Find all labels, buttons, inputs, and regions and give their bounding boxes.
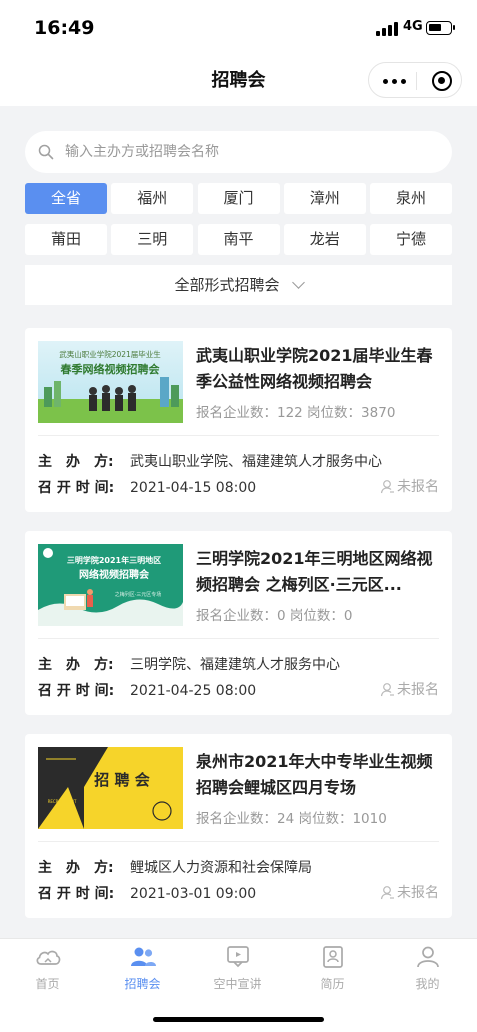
miniprogram-capsule	[368, 62, 462, 98]
tab-label: 空中宣讲	[213, 977, 262, 991]
user-icon	[380, 683, 394, 697]
tab-label: 招聘会	[124, 977, 161, 991]
host-row: 主 办 方: 武夷山职业学院、福建建筑人才服务中心	[38, 451, 382, 471]
user-icon	[380, 886, 394, 900]
register-label: 未报名	[397, 479, 439, 495]
host-row: 主 办 方: 三明学院、福建建筑人才服务中心	[38, 654, 340, 674]
register-label: 未报名	[397, 682, 439, 698]
fair-title[interactable]: 三明学院2021年三明地区网络视频招聘会 之梅列区·三元区...	[196, 546, 441, 598]
region-chip-ningde[interactable]: 宁德	[370, 224, 452, 255]
time-row: 召 开 时 间: 2021-03-01 09:00	[38, 883, 256, 903]
fair-stats: 报名企业数：0 岗位数：0	[196, 608, 353, 624]
tab-label: 首页	[35, 977, 60, 991]
tab-home[interactable]: 首页	[0, 945, 95, 992]
home-indicator	[153, 1017, 324, 1022]
region-chip-sanming[interactable]: 三明	[111, 224, 194, 255]
capsule-divider	[416, 72, 417, 90]
register-status[interactable]: 未报名	[380, 476, 439, 496]
card-divider	[38, 638, 439, 639]
banner-text: 之梅列区·三元区专场	[115, 591, 162, 598]
home-cloud-icon	[36, 950, 60, 965]
fair-type-dropdown[interactable]: 全部形式招聘会	[25, 265, 452, 305]
banner-text: RECRUITMENT	[48, 799, 77, 804]
region-chip-nanping[interactable]: 南平	[197, 224, 280, 255]
card-divider	[38, 435, 439, 436]
time-row: 召 开 时 间: 2021-04-15 08:00	[38, 477, 256, 497]
network-type: 4G	[403, 19, 423, 34]
region-chip-fuzhou[interactable]: 福州	[111, 183, 194, 214]
banner-text: 招 聘 会	[94, 771, 149, 789]
chevron-down-icon	[291, 276, 305, 289]
fair-card[interactable]: 招 聘 会 RECRUITMENT FAIR 泉州市2021年大中专毕业生视频招…	[25, 734, 452, 918]
region-filter-grid: 全省 福州 厦门 漳州 泉州 莆田 三明 南平 龙岩 宁德	[25, 183, 452, 255]
region-chip-putian[interactable]: 莆田	[25, 224, 107, 255]
search-input[interactable]	[65, 131, 435, 173]
tab-label: 我的	[415, 977, 440, 991]
region-chip-quanzhou[interactable]: 泉州	[370, 183, 452, 214]
register-status[interactable]: 未报名	[380, 882, 439, 902]
profile-icon	[416, 946, 439, 968]
region-chip-zhangzhou[interactable]: 漳州	[283, 183, 366, 214]
resume-icon	[322, 946, 343, 968]
region-chip-longyan[interactable]: 龙岩	[283, 224, 366, 255]
tab-job-fair[interactable]: 招聘会	[95, 945, 190, 992]
fair-title[interactable]: 武夷山职业学院2021届毕业生春季公益性网络视频招聘会	[196, 343, 441, 395]
time-value: 2021-03-01 09:00	[130, 886, 257, 902]
navbar: 招聘会	[0, 56, 477, 106]
region-chip-all[interactable]: 全省	[25, 183, 107, 214]
host-label: 主 办 方:	[38, 454, 114, 470]
host-row: 主 办 方: 鲤城区人力资源和社会保障局	[38, 857, 312, 877]
people-icon	[130, 947, 156, 966]
tab-air-talk[interactable]: 空中宣讲	[190, 945, 285, 992]
status-bar: 16:49 4G	[0, 0, 477, 56]
banner-text: 武夷山职业学院2021届毕业生	[59, 349, 161, 359]
host-value: 鲤城区人力资源和社会保障局	[130, 860, 312, 876]
host-label: 主 办 方:	[38, 860, 114, 876]
fair-type-label: 全部形式招聘会	[174, 276, 280, 294]
host-label: 主 办 方:	[38, 657, 114, 673]
time-row: 召 开 时 间: 2021-04-25 08:00	[38, 680, 256, 700]
banner-text: 三明学院2021年三明地区	[67, 555, 161, 565]
fair-card[interactable]: 武夷山职业学院2021届毕业生 春季网络视频招聘会 武夷山职业学院2021届毕业…	[25, 328, 452, 512]
card-divider	[38, 841, 439, 842]
time-value: 2021-04-25 08:00	[130, 683, 257, 699]
fair-stats: 报名企业数：122 岗位数：3870	[196, 405, 396, 421]
time-label: 召 开 时 间:	[38, 886, 115, 902]
fair-stats: 报名企业数：24 岗位数：1010	[196, 811, 387, 827]
battery-icon	[426, 21, 455, 35]
register-status[interactable]: 未报名	[380, 679, 439, 699]
fair-banner-image: 武夷山职业学院2021届毕业生 春季网络视频招聘会	[38, 341, 183, 423]
banner-text: 春季网络视频招聘会	[61, 362, 161, 376]
search-icon	[38, 144, 54, 160]
host-value: 武夷山职业学院、福建建筑人才服务中心	[130, 454, 382, 470]
fair-card[interactable]: 三明学院2021年三明地区 网络视频招聘会 之梅列区·三元区专场 三明学院202…	[25, 531, 452, 715]
fair-banner-image: 招 聘 会 RECRUITMENT FAIR	[38, 747, 183, 829]
fair-banner-image: 三明学院2021年三明地区 网络视频招聘会 之梅列区·三元区专场	[38, 544, 183, 626]
time-value: 2021-04-15 08:00	[130, 480, 257, 496]
user-icon	[380, 480, 394, 494]
host-value: 三明学院、福建建筑人才服务中心	[130, 657, 340, 673]
banner-text: FAIR	[58, 805, 67, 810]
time-label: 召 开 时 间:	[38, 480, 115, 496]
broadcast-icon	[226, 946, 249, 968]
close-target-icon[interactable]	[432, 71, 452, 91]
search-bar[interactable]	[25, 131, 452, 173]
register-label: 未报名	[397, 885, 439, 901]
tab-mine[interactable]: 我的	[380, 945, 475, 992]
status-time: 16:49	[34, 17, 95, 39]
region-chip-xiamen[interactable]: 厦门	[197, 183, 280, 214]
banner-text: 网络视频招聘会	[79, 568, 149, 581]
time-label: 召 开 时 间:	[38, 683, 115, 699]
signal-icon	[376, 22, 400, 36]
tab-resume[interactable]: 简历	[285, 945, 380, 992]
tab-label: 简历	[320, 977, 345, 991]
more-icon[interactable]	[383, 79, 407, 84]
fair-title[interactable]: 泉州市2021年大中专毕业生视频招聘会鲤城区四月专场	[196, 749, 441, 801]
